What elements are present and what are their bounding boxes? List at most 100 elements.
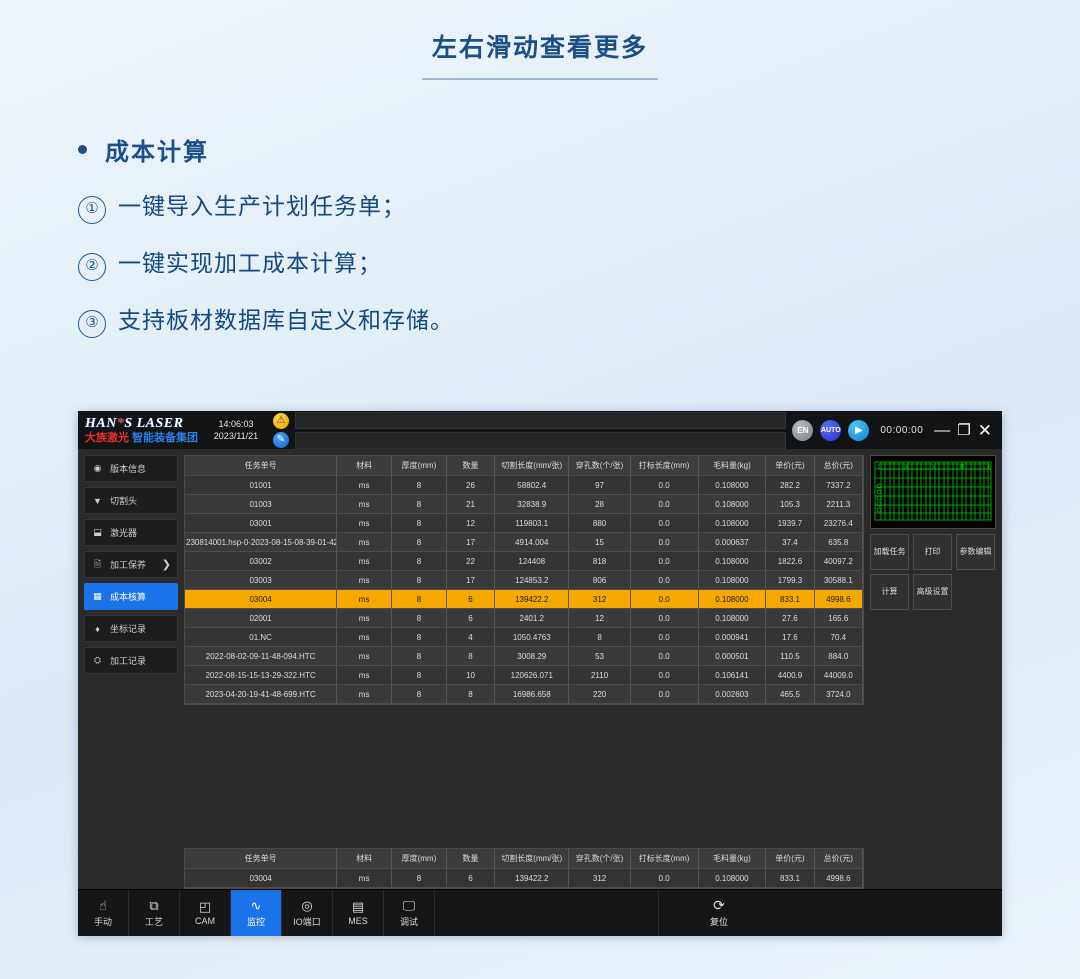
table-cell: ms [336,475,393,495]
table-row[interactable]: 03002 ms 8 22 124408 818 0.0 0.108000 1822.6 4009… [185,551,864,571]
table-cell: 0.108000 [698,513,767,533]
sidebar-item-4[interactable]: ▦ 成本核算 [84,583,178,610]
table-row[interactable]: 01.NC ms 8 4 1050.4763 8 0.0 0.000941 17.6 70.4 [185,627,864,647]
table-row[interactable]: 03001 ms 8 12 119803.1 880 0.0 0.108000 1939.7 23… [185,513,864,533]
calculate-button[interactable]: 计算 [870,574,909,610]
summary-cell: 833.1 [765,868,815,888]
summary-header-8: 单价(元) [765,849,815,869]
table-row[interactable]: 01003 ms 8 21 32838.9 28 0.0 0.108000 105.3 2211.… [185,494,864,514]
table-row[interactable]: 03004 ms 8 6 139422.2 312 0.0 0.108000 833.1 4998… [185,589,864,609]
table-cell: 0.106141 [698,665,767,685]
message-field-top [295,411,787,429]
brand-logo: HAN*S LASER 大族激光 智能装备集团 [78,416,205,445]
table-cell: 01.NC [185,627,338,647]
load-task-button[interactable]: 加载任务 [870,534,909,570]
table-cell: 4400.9 [765,665,815,685]
summary-header-9: 总价(元) [814,849,864,869]
table-cell: 880 [568,513,631,533]
table-row[interactable]: 2022-08-02-09-11-48-094.HTC ms 8 8 3008.29 53… [185,646,864,666]
warning-icon[interactable]: ⚠ [273,412,289,429]
column-header-7: 毛料量(kg) [698,456,767,476]
table-cell: 7337.2 [814,475,864,495]
tab-io-port-label: IO端口 [293,916,321,927]
elapsed-timer: 00:00:00 [880,424,924,436]
panel-button-grid: 加载任务 打印 参数编辑计算 高级设置 [870,534,996,610]
minimize-button[interactable]: — [934,422,950,438]
logo-en-part1: HAN [85,415,117,431]
param-edit-button[interactable]: 参数编辑 [956,534,995,570]
sidebar-item-3[interactable]: 🗎 加工保养 ❯ [84,551,178,578]
summary-table: 任务单号 材料 厚度(mm) 数量 切割长度(mm/张) 穿孔数(个/张) 打标长度(mm)… [184,848,864,889]
feature-item: ② 一键实现加工成本计算； [78,250,678,281]
tab-process[interactable]: ⧉ 工艺 [129,890,180,936]
tab-debug[interactable]: 🖵 调试 [384,890,435,936]
print-button[interactable]: 打印 [913,534,952,570]
summary-header-4: 切割长度(mm/张) [494,849,570,869]
table-cell: 833.1 [765,589,815,609]
table-cell: 15 [568,532,631,552]
summary-header-row: 任务单号 材料 厚度(mm) 数量 切割长度(mm/张) 穿孔数(个/张) 打标长度(mm)… [185,849,864,869]
table-row[interactable]: 02001 ms 8 6 2401.2 12 0.0 0.108000 27.6 165.6 [185,608,864,628]
tab-cam[interactable]: ◰ CAM [180,890,231,936]
table-row[interactable]: 01001 ms 8 26 58802.4 97 0.0 0.108000 282.2 7337.… [185,475,864,495]
table-row[interactable]: 03003 ms 8 17 124853.2 806 0.0 0.108000 1799.3 30… [185,570,864,590]
advanced-settings-button[interactable]: 高级设置 [913,574,952,610]
circled-number-icon: ② [78,253,106,281]
tab-process-icon: ⧉ [149,897,159,913]
sidebar-item-5[interactable]: ♦ 坐标记录 [84,615,178,642]
table-cell: 0.108000 [698,551,767,571]
table-cell: 97 [568,475,631,495]
table-cell: 2211.3 [814,494,864,514]
table-header-row: 任务单号 材料 厚度(mm) 数量 切割长度(mm/张) 穿孔数(个/张) 打标长度(mm)… [185,456,864,476]
tab-process-label: 工艺 [144,916,163,927]
close-button[interactable]: ✕ [978,422,992,439]
table-cell: 1822.6 [765,551,815,571]
logo-cn-blue: 智能装备集团 [132,431,198,444]
play-button[interactable]: ▶ [848,419,870,441]
restore-button[interactable]: ❐ [957,423,970,438]
circled-number-icon: ① [78,196,106,224]
table-cell: 17 [446,532,496,552]
language-button[interactable]: EN [792,419,814,441]
tab-manual[interactable]: ☝ 手动 [78,890,129,936]
nesting-preview[interactable] [870,455,996,529]
table-cell: 165.6 [814,608,864,628]
nesting-preview-graphic [871,456,995,526]
table-cell: 2022-08-02-09-11-48-094.HTC [185,646,338,666]
table-cell: 818 [568,551,631,571]
reset-button[interactable]: ⟳ 复位 [659,890,779,936]
clock-time: 14:06:03 [218,419,254,429]
table-row[interactable]: 2022-08-15-15-13-29-322.HTC ms 8 10 120626.0… [185,665,864,685]
table-cell: 0.108000 [698,608,767,628]
tab-debug-icon: 🖵 [402,897,416,913]
table-cell: 0.0 [630,608,699,628]
sidebar-item-0[interactable]: ◉ 版本信息 [84,455,178,482]
tab-mes[interactable]: ▤ MES [333,890,384,936]
table-cell: 21 [446,494,496,514]
table-cell: 0.0 [630,627,699,647]
table-cell: 58802.4 [494,475,570,495]
message-fields [289,411,792,449]
summary-header-5: 穿孔数(个/张) [568,849,631,869]
table-row[interactable]: 2023-04-20-19-41-48-699.HTC ms 8 8 16986.658… [185,684,864,704]
table-cell: 110.5 [765,646,815,666]
clock-date: 2023/11/21 [213,431,259,441]
table-row[interactable]: 230814001.hsp-0-2023-08-15-08-39-01-421.… [185,532,864,552]
auto-mode-button[interactable]: AUTO [820,419,842,441]
right-panel: 加载任务 打印 参数编辑计算 高级设置 [870,455,996,889]
table-cell: 8 [391,475,447,495]
sidebar-item-2[interactable]: ⬓ 激光器 [84,519,178,546]
sidebar-item-1[interactable]: ▼ 切割头 [84,487,178,514]
sidebar-item-label: 加工记录 [110,656,147,666]
table-cell: 1799.3 [765,570,815,590]
table-cell: 0.108000 [698,475,767,495]
table-cell: 230814001.hsp-0-2023-08-15-08-39-01-421.… [185,532,338,552]
sidebar: ◉ 版本信息 ▼ 切割头 ⬓ 激光器 🗎 加工保养 ❯ ▦ 成本核算 ♦ 坐标记录 ⛭ 加工记录 [84,455,178,889]
sidebar-item-label: 成本核算 [110,592,147,602]
sidebar-item-6[interactable]: ⛭ 加工记录 [84,647,178,674]
table-cell: 0.0 [630,551,699,571]
column-header-4: 切割长度(mm/张) [494,456,570,476]
edit-icon[interactable]: ✎ [273,431,289,448]
tab-monitor[interactable]: ∿ 监控 [231,890,282,936]
tab-io-port[interactable]: ◎ IO端口 [282,890,333,936]
